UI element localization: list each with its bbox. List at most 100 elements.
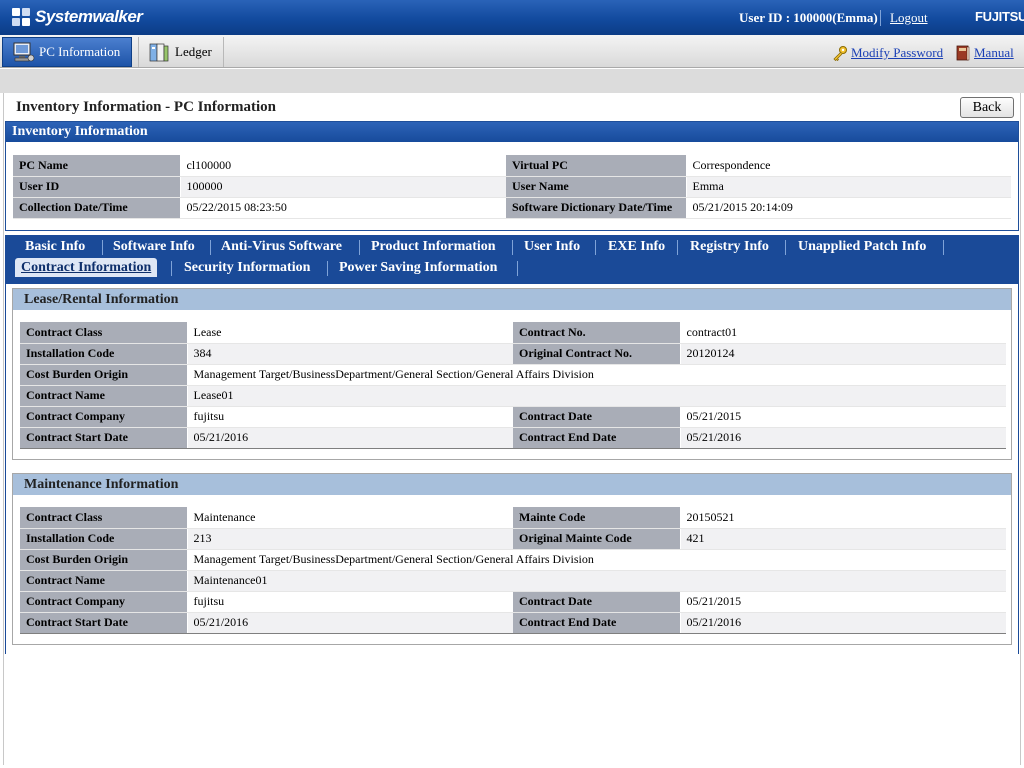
table-row: Cost Burden Origin Management Target/Bus… [20, 549, 1006, 571]
tab-exe-info[interactable]: EXE Info [602, 237, 671, 256]
systemwalker-logo-icon [10, 6, 32, 28]
nav-tab-ledger[interactable]: Ledger [138, 37, 224, 67]
field-label: Installation Code [20, 528, 188, 550]
tab-separator [327, 261, 328, 276]
table-row: Contract Company fujitsu Contract Date 0… [20, 406, 1006, 428]
field-label: Cost Burden Origin [20, 364, 188, 386]
logout-link[interactable]: Logout [890, 10, 928, 26]
app-name: Systemwalker [35, 7, 143, 26]
table-row: Collection Date/Time 05/22/2015 08:23:50… [13, 197, 1011, 219]
table-row: Contract Class Lease Contract No. contra… [20, 322, 1006, 344]
key-icon [832, 45, 848, 62]
field-label: Contract Company [20, 406, 188, 428]
tab-separator [102, 240, 103, 255]
tab-separator [171, 261, 172, 276]
field-label: Contract End Date [513, 612, 681, 634]
field-label: Contract No. [513, 322, 681, 344]
manual-link[interactable]: Manual [955, 45, 1014, 61]
field-label: User ID [13, 176, 181, 198]
field-value: 05/21/2015 20:14:09 [686, 197, 1011, 219]
tab-power-saving-information[interactable]: Power Saving Information [333, 258, 503, 277]
tab-basic-info[interactable]: Basic Info [19, 237, 91, 256]
field-value: 05/22/2015 08:23:50 [180, 197, 506, 219]
tab-anti-virus-software[interactable]: Anti-Virus Software [215, 237, 348, 256]
user-id-label: User ID : 100000(Emma) [739, 10, 878, 25]
tab-product-information[interactable]: Product Information [365, 237, 502, 256]
field-label: Contract Company [20, 591, 188, 613]
field-value: 05/21/2016 [680, 427, 1006, 449]
inventory-heading: Inventory Information [6, 122, 1018, 142]
nav-tab-label: PC Information [39, 44, 121, 59]
field-label: Software Dictionary Date/Time [506, 197, 687, 219]
lease-rental-section: Lease/Rental Information Contract Class … [12, 288, 1012, 460]
vendor-logo: FUJITSU [975, 9, 1024, 24]
table-row: Contract Class Maintenance Mainte Code 2… [20, 507, 1006, 529]
field-label: Virtual PC [506, 155, 687, 177]
field-label: Contract Class [20, 322, 188, 344]
field-value: 384 [187, 343, 513, 365]
main-toolbar: PC Information Ledger Modify Password Ma… [0, 35, 1024, 68]
tab-unapplied-patch-info[interactable]: Unapplied Patch Info [792, 237, 932, 256]
field-value: Maintenance [187, 507, 513, 529]
back-button[interactable]: Back [960, 97, 1014, 118]
field-value: contract01 [680, 322, 1006, 344]
field-label: Contract Start Date [20, 427, 188, 449]
field-label: Original Contract No. [513, 343, 681, 365]
manual-label: Manual [974, 45, 1014, 60]
maintenance-table: Contract Class Maintenance Mainte Code 2… [20, 507, 1006, 634]
tab-user-info[interactable]: User Info [518, 237, 586, 256]
detail-tabs: Basic Info Software Info Anti-Virus Soft… [5, 235, 1019, 286]
field-label: Contract Date [513, 406, 681, 428]
tab-registry-info[interactable]: Registry Info [684, 237, 775, 256]
tab-separator [677, 240, 678, 255]
field-value: 421 [680, 528, 1006, 550]
field-value: Management Target/BusinessDepartment/Gen… [187, 364, 1006, 386]
table-row: Contract Start Date 05/21/2016 Contract … [20, 612, 1006, 634]
field-value: 20150521 [680, 507, 1006, 529]
field-label: Contract Class [20, 507, 188, 529]
field-label: Collection Date/Time [13, 197, 181, 219]
pc-icon [11, 41, 35, 63]
tab-contract-information[interactable]: Contract Information [15, 258, 158, 277]
tab-software-info[interactable]: Software Info [107, 237, 201, 256]
field-value: Management Target/BusinessDepartment/Gen… [187, 549, 1006, 571]
field-label: Installation Code [20, 343, 188, 365]
field-label: Contract Name [20, 385, 188, 407]
table-row: Contract Name Lease01 [20, 385, 1006, 407]
tab-separator [595, 240, 596, 255]
tab-security-information[interactable]: Security Information [178, 258, 316, 277]
app-header: Systemwalker User ID : 100000(Emma) Logo… [0, 0, 1024, 35]
tab-separator [943, 240, 944, 255]
page-title: Inventory Information - PC Information [16, 99, 276, 115]
field-value: 05/21/2016 [680, 612, 1006, 634]
section-heading: Maintenance Information [13, 474, 1011, 495]
field-label: Mainte Code [513, 507, 681, 529]
toolbar-spacer [0, 69, 1024, 93]
table-row: Contract Name Maintenance01 [20, 570, 1006, 592]
field-value: 05/21/2016 [187, 427, 513, 449]
app-logo: Systemwalker [10, 6, 143, 28]
field-label: PC Name [13, 155, 181, 177]
tab-separator [785, 240, 786, 255]
field-label: User Name [506, 176, 687, 198]
table-row: User ID 100000 User Name Emma [13, 176, 1011, 198]
field-value: cl100000 [180, 155, 506, 177]
header-divider [880, 10, 881, 26]
field-label: Contract Date [513, 591, 681, 613]
field-value: 05/21/2015 [680, 406, 1006, 428]
table-row: Installation Code 213 Original Mainte Co… [20, 528, 1006, 550]
field-label: Contract Name [20, 570, 188, 592]
section-heading: Lease/Rental Information [13, 289, 1011, 310]
tab-separator [210, 240, 211, 255]
table-row: Cost Burden Origin Management Target/Bus… [20, 364, 1006, 386]
nav-tab-label: Ledger [175, 44, 212, 59]
table-row: Contract Company fujitsu Contract Date 0… [20, 591, 1006, 613]
tab-separator [517, 261, 518, 276]
modify-password-link[interactable]: Modify Password [832, 45, 943, 62]
table-row: Installation Code 384 Original Contract … [20, 343, 1006, 365]
nav-tab-pc-information[interactable]: PC Information [2, 37, 132, 67]
inventory-table: PC Name cl100000 Virtual PC Corresponden… [13, 155, 1011, 219]
field-value: Lease01 [187, 385, 1006, 407]
ledger-icon [147, 41, 171, 63]
maintenance-section: Maintenance Information Contract Class M… [12, 473, 1012, 645]
